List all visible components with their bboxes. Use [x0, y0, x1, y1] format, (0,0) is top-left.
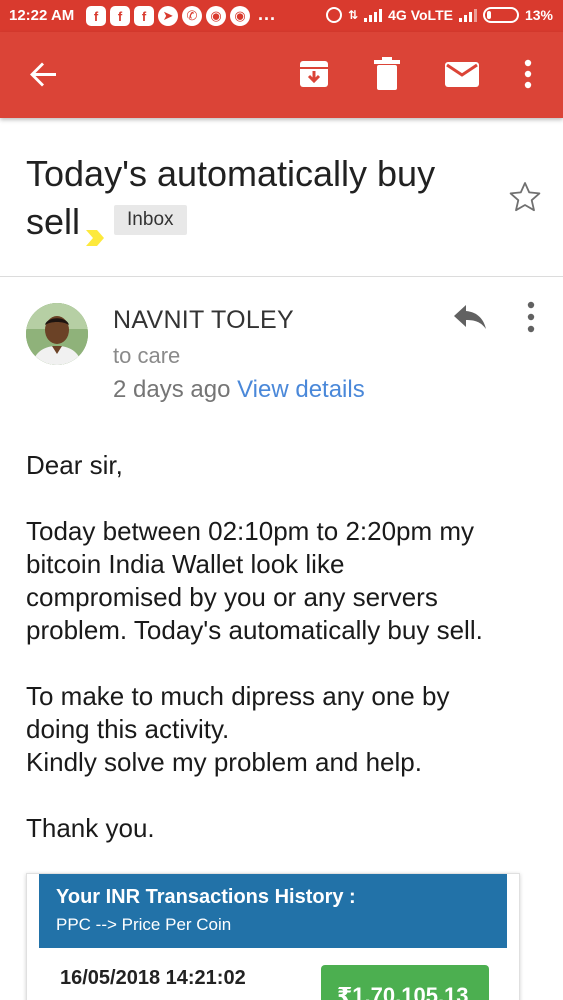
sent-time-line: 2 days ago View details [113, 376, 365, 404]
transactions-subtitle: PPC --> Price Per Coin [56, 915, 232, 934]
signal-icon [458, 8, 477, 22]
alarm-icon [326, 7, 343, 23]
more-vert-icon[interactable] [510, 56, 546, 92]
transactions-title: Your INR Transactions History : [56, 886, 356, 908]
view-details-link[interactable]: View details [237, 376, 365, 403]
status-right: ⇅ 4G VoLTE 13% [326, 7, 553, 23]
transaction-amount-badge: ₹1,70,105.13 [321, 965, 489, 1000]
sent-time: 2 days ago [113, 376, 231, 403]
closing: Thank you. [26, 813, 155, 843]
chrome-icon: ◉ [230, 6, 250, 26]
divider [0, 276, 563, 277]
telegram-icon: ➤ [158, 6, 178, 26]
transactions-header: Your INR Transactions History : PPC --> … [39, 874, 507, 948]
greeting: Dear sir, [26, 450, 123, 480]
phone-icon: ✆ [182, 6, 202, 26]
notification-icons: f f f ➤ ✆ ◉ ◉ [86, 6, 250, 26]
transaction-date: 16/05/2018 14:21:02 [60, 967, 246, 989]
app-bar [0, 32, 563, 118]
more-notifications-indicator: ... [258, 4, 277, 24]
data-arrows-icon: ⇅ [348, 8, 359, 22]
recipient-line: to care [113, 343, 181, 368]
sender-avatar[interactable] [26, 303, 88, 365]
body-line: doing this activity. [26, 714, 230, 744]
status-time: 12:22 AM [9, 7, 75, 24]
inbox-label-badge[interactable]: Inbox [114, 205, 187, 236]
body-line: problem. Today's automatically buy sell. [26, 615, 483, 645]
email-body: Dear sir, Today between 02:10pm to 2:20p… [26, 449, 546, 845]
facebook-icon: f [86, 6, 106, 26]
battery-percent: 13% [524, 7, 553, 23]
archive-icon[interactable] [296, 56, 332, 92]
body-line: Today between 02:10pm to 2:20pm my [26, 516, 475, 546]
back-arrow-icon[interactable] [26, 56, 62, 92]
body-line: bitcoin India Wallet look like [26, 549, 345, 579]
reply-icon[interactable] [452, 302, 488, 332]
signal-icon [364, 8, 383, 22]
email-subject: Today's automatically buy sell Inbox [26, 150, 496, 247]
status-bar: 12:22 AM f f f ➤ ✆ ◉ ◉ ... ⇅ 4G VoLTE 13… [0, 0, 563, 32]
battery-icon [482, 7, 519, 23]
message-more-vert-icon[interactable] [518, 300, 544, 334]
network-label: 4G VoLTE [388, 7, 453, 23]
body-line: compromised by you or any servers [26, 582, 438, 612]
star-icon[interactable] [508, 180, 542, 214]
facebook-icon: f [110, 6, 130, 26]
sender-name: NAVNIT TOLEY [113, 306, 294, 334]
chrome-icon: ◉ [206, 6, 226, 26]
facebook-icon: f [134, 6, 154, 26]
body-line: To make to much dipress any one by [26, 681, 450, 711]
importance-marker-icon[interactable] [84, 213, 106, 247]
inline-image-attachment[interactable]: Your INR Transactions History : PPC --> … [26, 873, 520, 1000]
delete-icon[interactable] [369, 56, 405, 92]
mark-unread-icon[interactable] [444, 56, 480, 92]
body-line: Kindly solve my problem and help. [26, 747, 422, 777]
